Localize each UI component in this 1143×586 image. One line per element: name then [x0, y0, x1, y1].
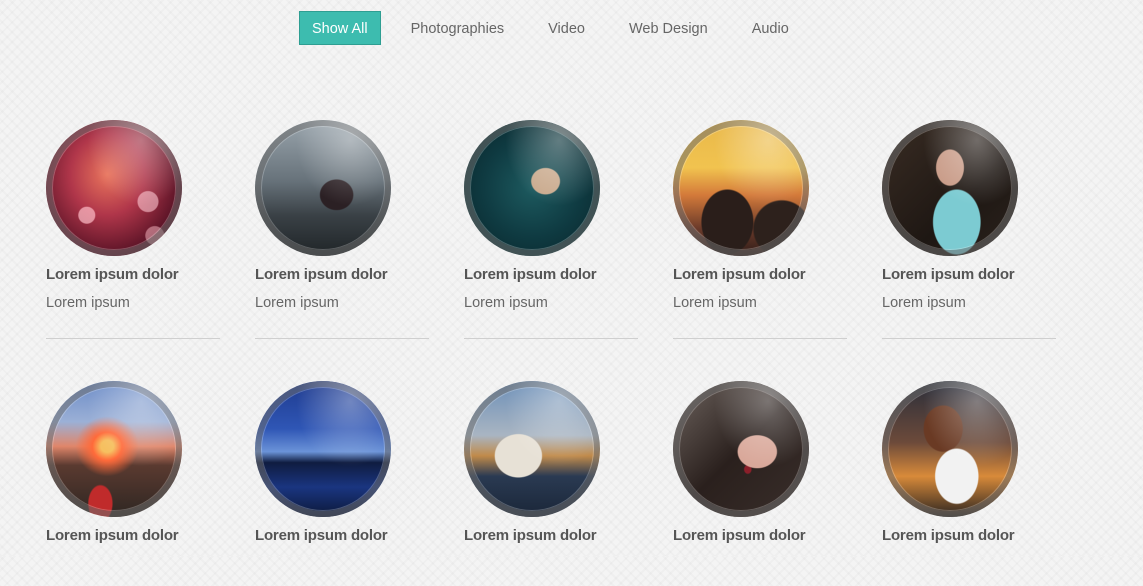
item-subtitle: Lorem ipsum	[673, 295, 757, 311]
item-title[interactable]: Lorem ipsum dolor	[882, 527, 1056, 544]
portfolio-item: Lorem ipsum dolor Lorem ipsum	[882, 120, 1056, 339]
item-divider	[464, 338, 638, 339]
filter-web-design-button[interactable]: Web Design	[615, 11, 722, 45]
portfolio-grid: Lorem ipsum dolor Lorem ipsum Lorem ipsu…	[46, 120, 1143, 586]
woman-white-coat-thumbnail[interactable]	[882, 381, 1018, 517]
item-title[interactable]: Lorem ipsum dolor	[673, 266, 847, 283]
portfolio-item: Lorem ipsum dolor	[464, 381, 638, 544]
portfolio-filter-bar: Show All Photographies Video Web Design …	[299, 10, 818, 46]
item-title[interactable]: Lorem ipsum dolor	[464, 527, 638, 544]
item-subtitle: Lorem ipsum	[464, 295, 548, 311]
item-divider	[673, 338, 847, 339]
item-divider	[882, 338, 1056, 339]
item-title[interactable]: Lorem ipsum dolor	[673, 527, 847, 544]
woman-teal-shirt-thumbnail[interactable]	[882, 120, 1018, 256]
item-title[interactable]: Lorem ipsum dolor	[255, 266, 429, 283]
item-title[interactable]: Lorem ipsum dolor	[46, 527, 220, 544]
portfolio-row: Lorem ipsum dolor Lorem ipsum dolor Lore…	[46, 381, 1143, 544]
woman-portrait-thumbnail[interactable]	[673, 381, 809, 517]
city-lights-blue-thumbnail[interactable]	[255, 381, 391, 517]
filter-video-button[interactable]: Video	[534, 11, 599, 45]
item-divider	[46, 338, 220, 339]
item-subtitle: Lorem ipsum	[882, 295, 966, 311]
portfolio-item: Lorem ipsum dolor	[882, 381, 1056, 544]
portfolio-item: Lorem ipsum dolor	[673, 381, 847, 544]
filter-photographies-button[interactable]: Photographies	[397, 11, 519, 45]
portfolio-row: Lorem ipsum dolor Lorem ipsum Lorem ipsu…	[46, 120, 1143, 339]
item-subtitle: Lorem ipsum	[255, 295, 339, 311]
item-subtitle: Lorem ipsum	[46, 295, 130, 311]
item-title[interactable]: Lorem ipsum dolor	[464, 266, 638, 283]
item-title[interactable]: Lorem ipsum dolor	[882, 266, 1056, 283]
woman-road-thumbnail[interactable]	[255, 120, 391, 256]
portfolio-item: Lorem ipsum dolor Lorem ipsum	[673, 120, 847, 339]
portfolio-item: Lorem ipsum dolor Lorem ipsum	[255, 120, 429, 339]
portfolio-item: Lorem ipsum dolor	[255, 381, 429, 544]
item-divider	[255, 338, 429, 339]
motorcycle-sunset-thumbnail[interactable]	[46, 381, 182, 517]
woman-teal-night-thumbnail[interactable]	[464, 120, 600, 256]
portfolio-item: Lorem ipsum dolor Lorem ipsum	[464, 120, 638, 339]
sunset-rocks-thumbnail[interactable]	[673, 120, 809, 256]
filter-audio-button[interactable]: Audio	[738, 11, 803, 45]
item-title[interactable]: Lorem ipsum dolor	[46, 266, 220, 283]
portfolio-item: Lorem ipsum dolor	[46, 381, 220, 544]
woman-bokeh-thumbnail[interactable]	[46, 120, 182, 256]
item-title[interactable]: Lorem ipsum dolor	[255, 527, 429, 544]
portfolio-item: Lorem ipsum dolor Lorem ipsum	[46, 120, 220, 339]
filter-show-all-button[interactable]: Show All	[299, 11, 381, 45]
boat-harbor-thumbnail[interactable]	[464, 381, 600, 517]
